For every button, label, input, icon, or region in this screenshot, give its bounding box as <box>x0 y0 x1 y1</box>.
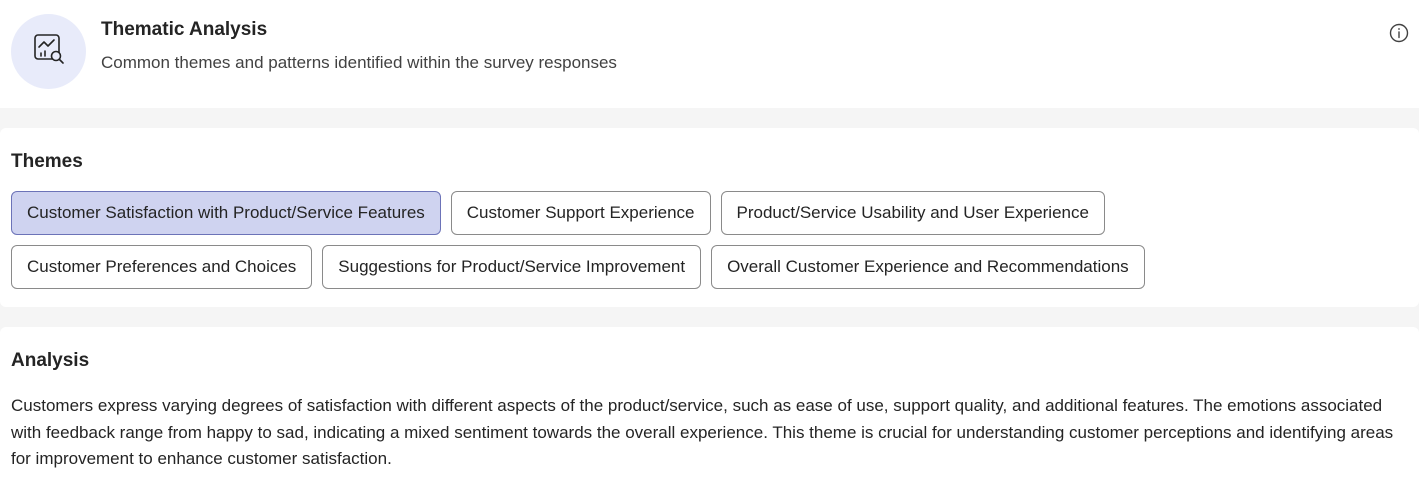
themes-heading: Themes <box>11 151 83 172</box>
theme-chip-customer-support[interactable]: Customer Support Experience <box>450 191 711 235</box>
header: Thematic Analysis Common themes and patt… <box>0 0 1419 108</box>
page-title: Thematic Analysis <box>101 19 268 40</box>
theme-chip-usability[interactable]: Product/Service Usability and User Exper… <box>720 191 1105 235</box>
chart-search-icon <box>31 31 67 72</box>
theme-chip-overall-experience[interactable]: Overall Customer Experience and Recommen… <box>711 245 1145 289</box>
theme-chip-preferences[interactable]: Customer Preferences and Choices <box>11 245 313 289</box>
themes-card: Themes Customer Satisfaction with Produc… <box>0 128 1419 307</box>
themes-chip-list: Customer Satisfaction with Product/Servi… <box>11 191 1211 299</box>
chip-row: Customer Preferences and Choices Suggest… <box>11 245 1211 289</box>
analysis-heading: Analysis <box>11 350 90 371</box>
analysis-card: Analysis Customers express varying degre… <box>0 327 1419 480</box>
info-icon[interactable] <box>1389 23 1409 43</box>
analysis-text: Customers express varying degrees of sat… <box>11 396 1394 468</box>
page-subtitle: Common themes and patterns identified wi… <box>101 53 617 72</box>
chip-row: Customer Satisfaction with Product/Servi… <box>11 191 1211 235</box>
header-icon-container <box>11 14 86 89</box>
theme-chip-suggestions[interactable]: Suggestions for Product/Service Improvem… <box>322 245 702 289</box>
theme-chip-customer-satisfaction[interactable]: Customer Satisfaction with Product/Servi… <box>11 191 441 235</box>
